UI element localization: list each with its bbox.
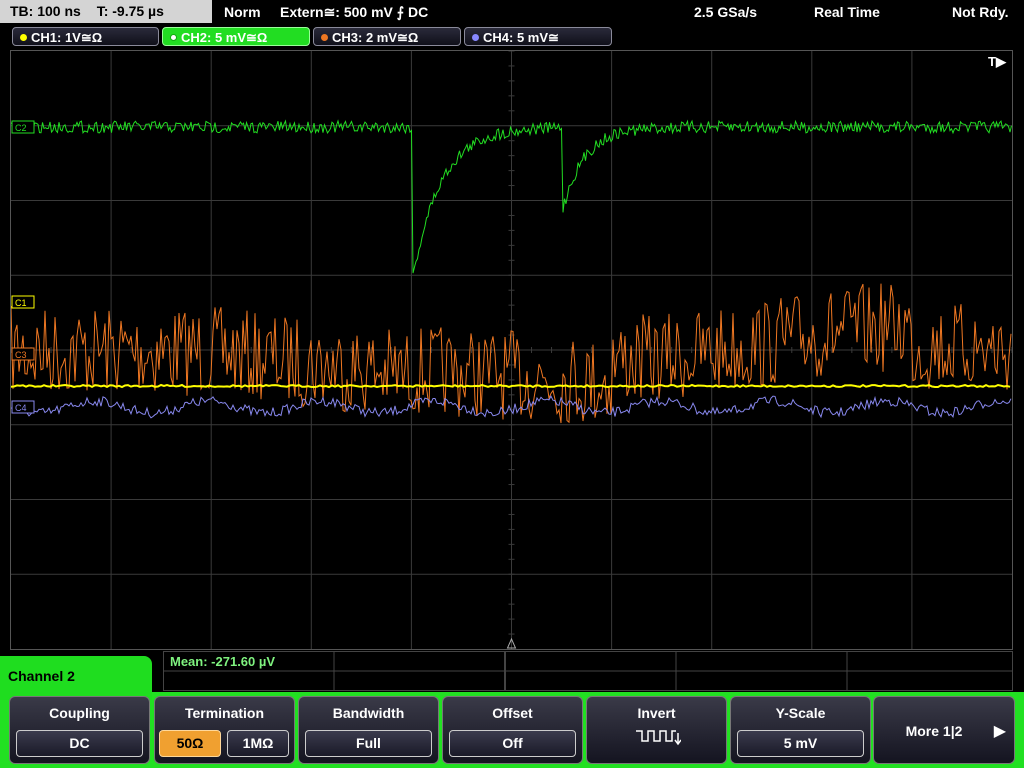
- termination-50ohm-option[interactable]: 50Ω: [159, 730, 221, 757]
- invert-softkey[interactable]: Invert: [586, 696, 727, 764]
- inverted-square-wave-icon: [636, 730, 681, 746]
- more-label: More 1|2: [905, 723, 963, 739]
- yscale-value[interactable]: 5 mV: [737, 730, 864, 757]
- yscale-softkey[interactable]: Y-Scale 5 mV: [730, 696, 871, 764]
- svg-text:C1: C1: [15, 298, 27, 308]
- bandwidth-label: Bandwidth: [332, 705, 405, 721]
- timebase-box[interactable]: TB: 100 ns T: -9.75 µs: [0, 0, 212, 23]
- tab-ch3[interactable]: CH3: 2 mV≅Ω: [313, 27, 461, 46]
- panel-title: Channel 2: [0, 656, 152, 700]
- offset-softkey[interactable]: Offset Off: [442, 696, 583, 764]
- termination-1mohm-option[interactable]: 1MΩ: [227, 730, 289, 757]
- termination-softkey[interactable]: Termination 50Ω 1MΩ: [154, 696, 295, 764]
- coupling-label: Coupling: [49, 705, 110, 721]
- measurement-grid: [164, 652, 1012, 690]
- tab-ch4-label: CH4: 5 mV≅: [483, 30, 559, 45]
- ch1-dot-icon: [20, 34, 27, 41]
- acquisition-mode: Real Time: [814, 4, 880, 20]
- sample-rate: 2.5 GSa/s: [694, 4, 758, 20]
- offset-label: Offset: [492, 705, 533, 721]
- termination-label: Termination: [184, 705, 265, 721]
- bandwidth-softkey[interactable]: Bandwidth Full: [298, 696, 439, 764]
- more-softkey[interactable]: More 1|2 ▶︎: [873, 696, 1015, 764]
- waveform-canvas: C2 C1 C3 C4: [11, 51, 1012, 649]
- svg-text:C3: C3: [15, 350, 27, 360]
- tab-ch2-label: CH2: 5 mV≅Ω: [181, 30, 268, 45]
- ch2-dot-icon: [170, 34, 177, 41]
- tab-ch1-label: CH1: 1V≅Ω: [31, 30, 103, 45]
- ch4-offset-marker[interactable]: C4: [11, 400, 35, 414]
- coupling-softkey[interactable]: Coupling DC: [9, 696, 150, 764]
- trigger-time-value: T: -9.75 µs: [96, 3, 164, 19]
- ch3-dot-icon: [321, 34, 328, 41]
- timebase-value: TB: 100 ns: [10, 3, 81, 19]
- play-arrow-icon: ▶︎: [993, 723, 1006, 740]
- top-status-bar: TB: 100 ns T: -9.75 µs Norm Extern≅: 500…: [0, 0, 1024, 24]
- bandwidth-value[interactable]: Full: [305, 730, 432, 757]
- ch1-offset-marker[interactable]: C1: [11, 295, 35, 309]
- measurement-strip: Mean: -271.60 µV: [163, 651, 1013, 691]
- ch1-trace: [11, 383, 1011, 389]
- invert-label: Invert: [637, 705, 676, 721]
- tab-ch4[interactable]: CH4: 5 mV≅: [464, 27, 612, 46]
- offset-value[interactable]: Off: [449, 730, 576, 757]
- trigger-position-marker: T▶: [988, 54, 1006, 69]
- svg-text:C2: C2: [15, 123, 27, 133]
- ch2-offset-marker[interactable]: C2: [11, 120, 35, 134]
- svg-text:C4: C4: [15, 403, 27, 413]
- acquisition-status: Not Rdy.: [952, 4, 1009, 20]
- ch4-dot-icon: [472, 34, 479, 41]
- coupling-value[interactable]: DC: [16, 730, 143, 757]
- tab-ch1[interactable]: CH1: 1V≅Ω: [12, 27, 159, 46]
- ch3-offset-marker[interactable]: C3: [11, 347, 35, 361]
- trigger-source[interactable]: Extern≅: 500 mV ⨍ DC: [280, 0, 428, 24]
- tab-ch2[interactable]: CH2: 5 mV≅Ω: [162, 27, 310, 46]
- waveform-display[interactable]: C2 C1 C3 C4 T▶: [10, 50, 1013, 650]
- yscale-label: Y-Scale: [775, 705, 826, 721]
- tab-ch3-label: CH3: 2 mV≅Ω: [332, 30, 419, 45]
- trigger-mode[interactable]: Norm: [224, 0, 261, 24]
- channel-tabs: CH1: 1V≅Ω CH2: 5 mV≅Ω CH3: 2 mV≅Ω CH4: 5…: [0, 26, 1024, 48]
